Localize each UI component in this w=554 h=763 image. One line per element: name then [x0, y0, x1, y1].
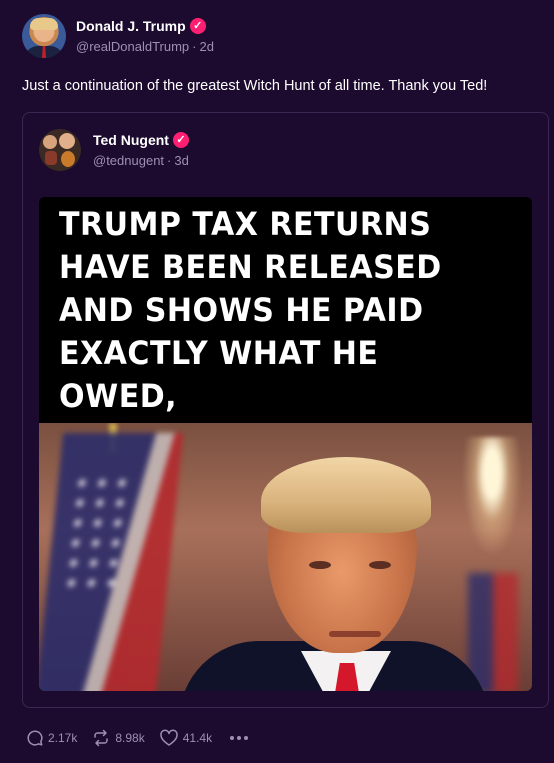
post: Donald J. Trump ✓ @realDonaldTrump · 2d Ju…: [0, 0, 554, 763]
reply-button[interactable]: 2.17k: [26, 729, 77, 747]
reply-icon: [27, 730, 43, 746]
author-name-line: Donald J. Trump ✓: [76, 15, 214, 37]
quoted-age[interactable]: 3d: [174, 153, 188, 168]
quoted-author[interactable]: Ted Nugent ✓ @tednugent · 3d: [39, 129, 189, 171]
quoted-image[interactable]: TRUMP TAX RETURNS HAVE BEEN RELEASED AND…: [39, 197, 532, 691]
author-handle[interactable]: @realDonaldTrump: [76, 39, 189, 54]
portrait-mouth: [329, 631, 381, 637]
verified-badge-icon: ✓: [189, 18, 206, 34]
avatar-figure: [45, 151, 57, 165]
avatar-hair: [30, 18, 58, 30]
repost-count: 8.98k: [115, 731, 145, 745]
avatar[interactable]: [22, 14, 66, 58]
author-display-name[interactable]: Donald J. Trump: [76, 18, 186, 34]
image-photo: [39, 423, 532, 691]
heart-icon: [159, 729, 178, 746]
more-dot: [237, 736, 242, 740]
avatar-figure: [61, 151, 75, 167]
post-age[interactable]: 2d: [200, 39, 214, 54]
avatar-figure: [43, 135, 57, 149]
post-author[interactable]: Donald J. Trump ✓ @realDonaldTrump · 2d: [22, 14, 214, 58]
flag-right: [468, 573, 518, 691]
avatar-figure: [59, 133, 75, 149]
quoted-avatar[interactable]: [39, 129, 81, 171]
portrait-eye: [309, 561, 331, 569]
more-dot: [244, 736, 249, 740]
author-meta: @realDonaldTrump · 2d: [76, 37, 214, 57]
meta-separator: ·: [192, 39, 197, 54]
quoted-handle[interactable]: @tednugent: [93, 153, 164, 168]
more-dot: [230, 736, 235, 740]
quoted-author-info: Ted Nugent ✓ @tednugent · 3d: [93, 129, 189, 171]
quoted-meta: @tednugent · 3d: [93, 151, 189, 171]
post-actions: 2.17k 8.98k 41.4k: [26, 728, 249, 748]
repost-icon: [94, 729, 109, 747]
more-icon[interactable]: [230, 736, 249, 740]
meta-separator: ·: [167, 153, 172, 168]
reply-count: 2.17k: [48, 731, 78, 745]
quoted-post-card[interactable]: Ted Nugent ✓ @tednugent · 3d TRUMP TAX RET…: [22, 112, 549, 708]
author-info: Donald J. Trump ✓ @realDonaldTrump · 2d: [76, 15, 214, 57]
verified-badge-icon: ✓: [172, 132, 189, 148]
portrait-eye: [369, 561, 391, 569]
like-button[interactable]: 41.4k: [159, 729, 212, 747]
post-text: Just a continuation of the greatest Witc…: [22, 78, 488, 94]
repost-button[interactable]: 8.98k: [91, 729, 145, 747]
quoted-name-line: Ted Nugent ✓: [93, 129, 189, 151]
background-light: [462, 437, 522, 557]
flag-left: [39, 433, 184, 691]
image-headline: TRUMP TAX RETURNS HAVE BEEN RELEASED AND…: [39, 197, 532, 458]
portrait-hair: [261, 457, 431, 533]
like-count: 41.4k: [182, 731, 213, 745]
quoted-display-name[interactable]: Ted Nugent: [93, 132, 169, 148]
